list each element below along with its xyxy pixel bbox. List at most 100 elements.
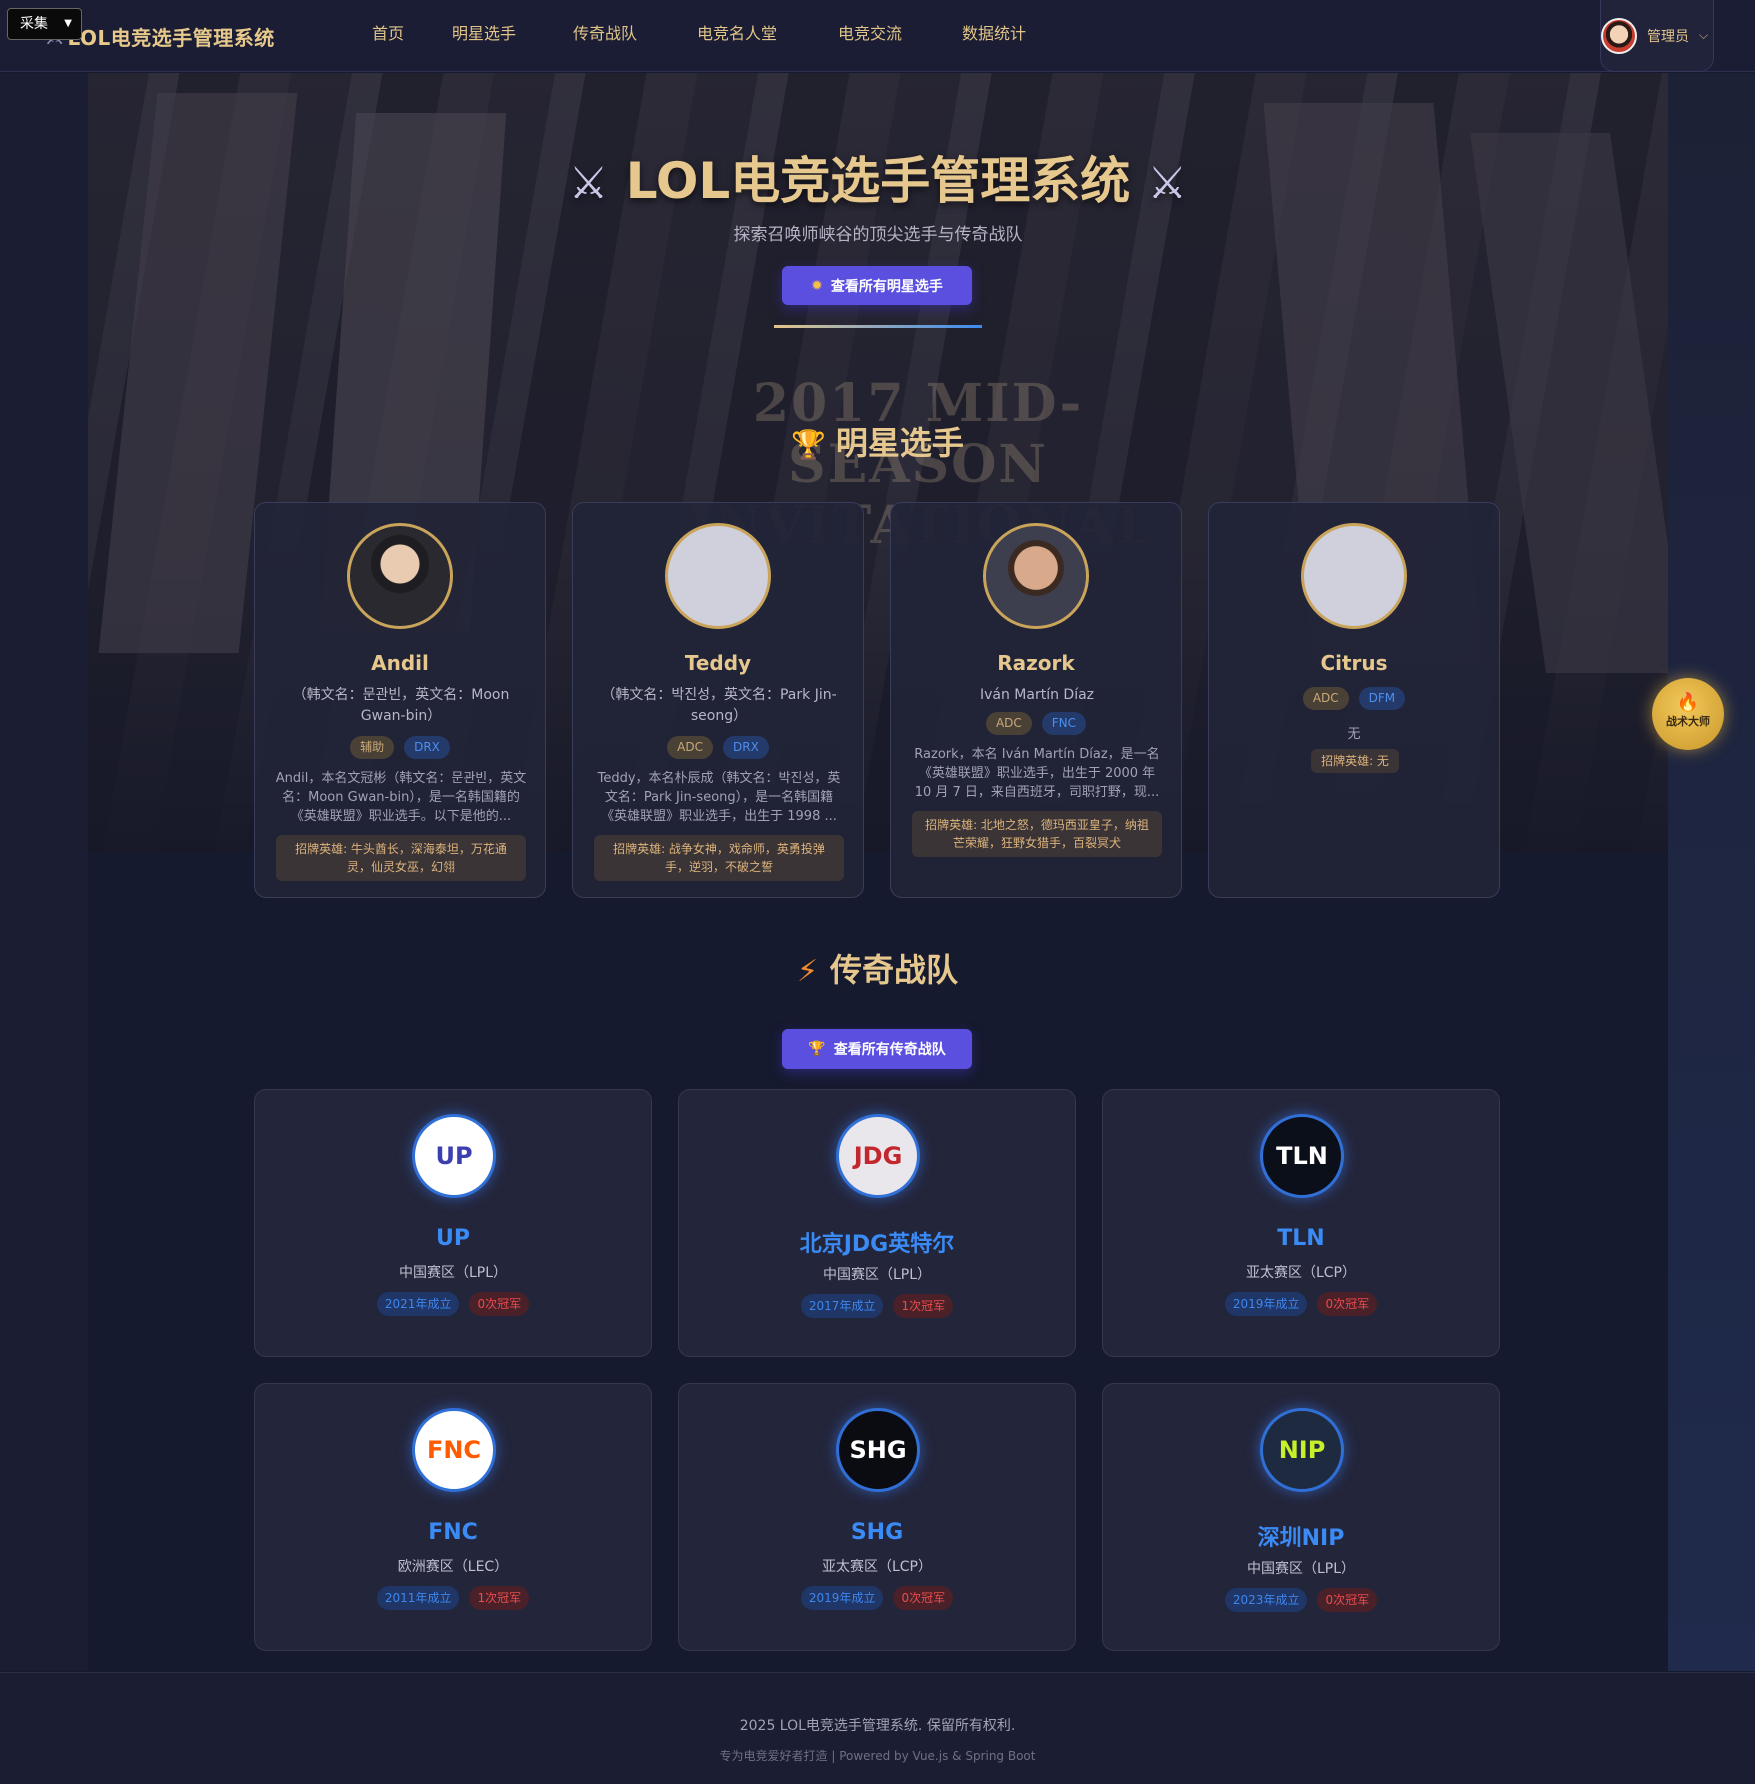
view-all-stars-label: 查看所有明星选手	[830, 278, 943, 295]
role-badge: 辅助	[350, 736, 395, 759]
crossed-swords-icon: ⚔	[1147, 158, 1188, 209]
team-tags: 2023年成立 0次冠军	[1103, 1588, 1499, 1612]
championship-badge: 0次冠军	[1317, 1292, 1378, 1316]
founded-badge: 2011年成立	[376, 1586, 460, 1610]
player-card-razork[interactable]: Razork Iván Martín Díaz ADC FNC Razork，本…	[890, 502, 1182, 898]
tactics-master-label: 战术大师	[1666, 715, 1710, 728]
lightning-icon: ⚡	[796, 954, 819, 989]
player-tags: ADC DFM	[1209, 687, 1499, 710]
team-name: SHG	[850, 1520, 904, 1545]
main-nav: 首页 明星选手 传奇战队 电竞名人堂 电竞交流 数据统计	[350, 0, 1054, 70]
player-name: Razork	[997, 651, 1075, 675]
team-badge: FNC	[1041, 712, 1087, 735]
player-avatar	[665, 523, 771, 629]
teams-section-title-text: 传奇战队	[830, 951, 959, 989]
player-avatar	[1301, 523, 1407, 629]
team-logo: UP	[412, 1114, 496, 1198]
hero-title-text: LOL电竞选手管理系统	[625, 152, 1131, 210]
nav-item-community[interactable]: 电竞交流	[806, 0, 934, 68]
player-card-andil[interactable]: Andil （韩文名：문관빈，英文名：Moon Gwan-bin） 辅助 DRX…	[254, 502, 546, 898]
championship-badge: 1次冠军	[469, 1586, 530, 1610]
team-card-nip[interactable]: NIP 深圳NIP 中国赛区（LPL） 2023年成立 0次冠军	[1102, 1383, 1500, 1651]
nav-item-home[interactable]: 首页	[350, 0, 426, 68]
player-tags: ADC DRX	[573, 736, 863, 759]
team-name: 北京JDG英特尔	[799, 1232, 955, 1257]
player-alias: Iván Martín Díaz	[979, 687, 1095, 703]
role-badge: ADC	[1302, 687, 1349, 710]
player-tags: ADC FNC	[891, 712, 1181, 735]
player-description: Andil，本名文冠彬（韩文名：문관빈，英文名：Moon Gwan-bin），是…	[275, 771, 527, 824]
signature-heroes: 招牌英雄: 无	[1311, 749, 1399, 773]
signature-heroes: 招牌英雄: 牛头酋长，深海泰坦，万花通灵，仙灵女巫，幻翎	[276, 835, 526, 881]
team-name: FNC	[428, 1520, 478, 1545]
user-name: 管理员	[1647, 28, 1689, 45]
hero-title: ⚔ LOL电竞选手管理系统 ⚔	[88, 141, 1668, 213]
team-name: TLN	[1277, 1226, 1325, 1251]
team-card-jdg[interactable]: JDG 北京JDG英特尔 中国赛区（LPL） 2017年成立 1次冠军	[678, 1089, 1076, 1357]
player-description: Teddy，本名朴辰成（韩文名：박진성，英文名：Park Jin-seong），…	[597, 771, 841, 824]
player-description: 无	[1347, 727, 1361, 742]
view-all-teams-button[interactable]: 🏆 查看所有传奇战队	[782, 1029, 972, 1069]
signature-heroes: 招牌英雄: 战争女神，戏命师，英勇投弹手，逆羽，不破之誓	[594, 835, 844, 881]
top-navbar: 采集 ▼ ⚔ LOL电竞选手管理系统 首页 明星选手 传奇战队 电竞名人堂 电竞…	[0, 0, 1755, 72]
player-card-teddy[interactable]: Teddy （韩文名：박진성，英文名：Park Jin-seong） ADC D…	[572, 502, 864, 898]
team-logo: SHG	[836, 1408, 920, 1492]
team-region: 中国赛区（LPL）	[398, 1265, 508, 1281]
nav-item-legend-teams[interactable]: 传奇战队	[542, 0, 668, 68]
role-badge: ADC	[667, 736, 713, 759]
team-card-tln[interactable]: TLN TLN 亚太赛区（LCP） 2019年成立 0次冠军	[1102, 1089, 1500, 1357]
stars-section-title-text: 明星选手	[835, 424, 964, 462]
chevron-down-icon: ⌵	[1699, 28, 1709, 42]
team-region: 中国赛区（LPL）	[822, 1267, 932, 1283]
chevron-down-icon: ▼	[64, 18, 72, 29]
collect-dropdown[interactable]: 采集 ▼	[7, 8, 82, 40]
team-badge: DRX	[404, 736, 450, 759]
player-name: Citrus	[1320, 651, 1388, 675]
star-icon: ✹	[811, 277, 823, 294]
player-alias: （韩文名：문관빈，英文名：Moon Gwan-bin）	[292, 687, 510, 724]
championship-badge: 0次冠军	[469, 1292, 530, 1316]
team-region: 欧洲赛区（LEC）	[397, 1559, 509, 1575]
team-card-up[interactable]: UP UP 中国赛区（LPL） 2021年成立 0次冠军	[254, 1089, 652, 1357]
flame-icon: 🔥	[1676, 692, 1700, 713]
user-menu[interactable]: 管理员 ⌵	[1600, 0, 1714, 72]
crossed-swords-icon: ⚔	[568, 158, 609, 209]
player-description: Razork，本名 Iván Martín Díaz，是一名《英雄联盟》职业选手…	[914, 747, 1160, 800]
page-footer: 2025 LOL电竞选手管理系统. 保留所有权利. 专为电竞爱好者打造 | Po…	[0, 1672, 1755, 1784]
team-tags: 2019年成立 0次冠军	[679, 1586, 1075, 1610]
hero-divider	[774, 325, 982, 328]
team-name: 深圳NIP	[1257, 1526, 1345, 1551]
team-logo: NIP	[1260, 1408, 1344, 1492]
team-region: 亚太赛区（LCP）	[821, 1559, 933, 1575]
player-avatar	[347, 523, 453, 629]
footer-powered-by: 专为电竞爱好者打造 | Powered by Vue.js & Spring B…	[719, 1749, 1036, 1763]
founded-badge: 2021年成立	[376, 1292, 460, 1316]
stars-section-title: 🏆 明星选手	[0, 418, 1755, 464]
nav-item-star-players[interactable]: 明星选手	[426, 0, 542, 68]
player-avatar	[983, 523, 1089, 629]
team-logo: FNC	[412, 1408, 496, 1492]
team-region: 中国赛区（LPL）	[1246, 1561, 1356, 1577]
team-name: UP	[436, 1226, 470, 1251]
team-logo: JDG	[836, 1114, 920, 1198]
player-tags: 辅助 DRX	[255, 736, 545, 759]
avatar	[1601, 17, 1637, 54]
trophy-icon: 🏆	[808, 1041, 826, 1057]
team-region: 亚太赛区（LCP）	[1245, 1265, 1357, 1281]
right-gutter	[1668, 73, 1755, 1671]
collect-label: 采集	[20, 16, 48, 32]
team-card-shg[interactable]: SHG SHG 亚太赛区（LCP） 2019年成立 0次冠军	[678, 1383, 1076, 1651]
role-badge: ADC	[985, 712, 1032, 735]
nav-item-statistics[interactable]: 数据统计	[934, 0, 1054, 68]
nav-item-hall-of-fame[interactable]: 电竞名人堂	[668, 0, 806, 68]
brand-title: LOL电竞选手管理系统	[67, 25, 275, 50]
team-tags: 2011年成立 1次冠军	[255, 1586, 651, 1610]
tactics-master-button[interactable]: 🔥 战术大师	[1652, 678, 1724, 750]
team-tags: 2021年成立 0次冠军	[255, 1292, 651, 1316]
player-name: Teddy	[684, 651, 752, 675]
team-card-fnc[interactable]: FNC FNC 欧洲赛区（LEC） 2011年成立 1次冠军	[254, 1383, 652, 1651]
founded-badge: 2017年成立	[800, 1294, 884, 1318]
view-all-stars-button[interactable]: ✹ 查看所有明星选手	[782, 266, 972, 305]
player-card-citrus[interactable]: Citrus ADC DFM 无 招牌英雄: 无	[1208, 502, 1500, 898]
team-badge: DFM	[1358, 687, 1406, 710]
